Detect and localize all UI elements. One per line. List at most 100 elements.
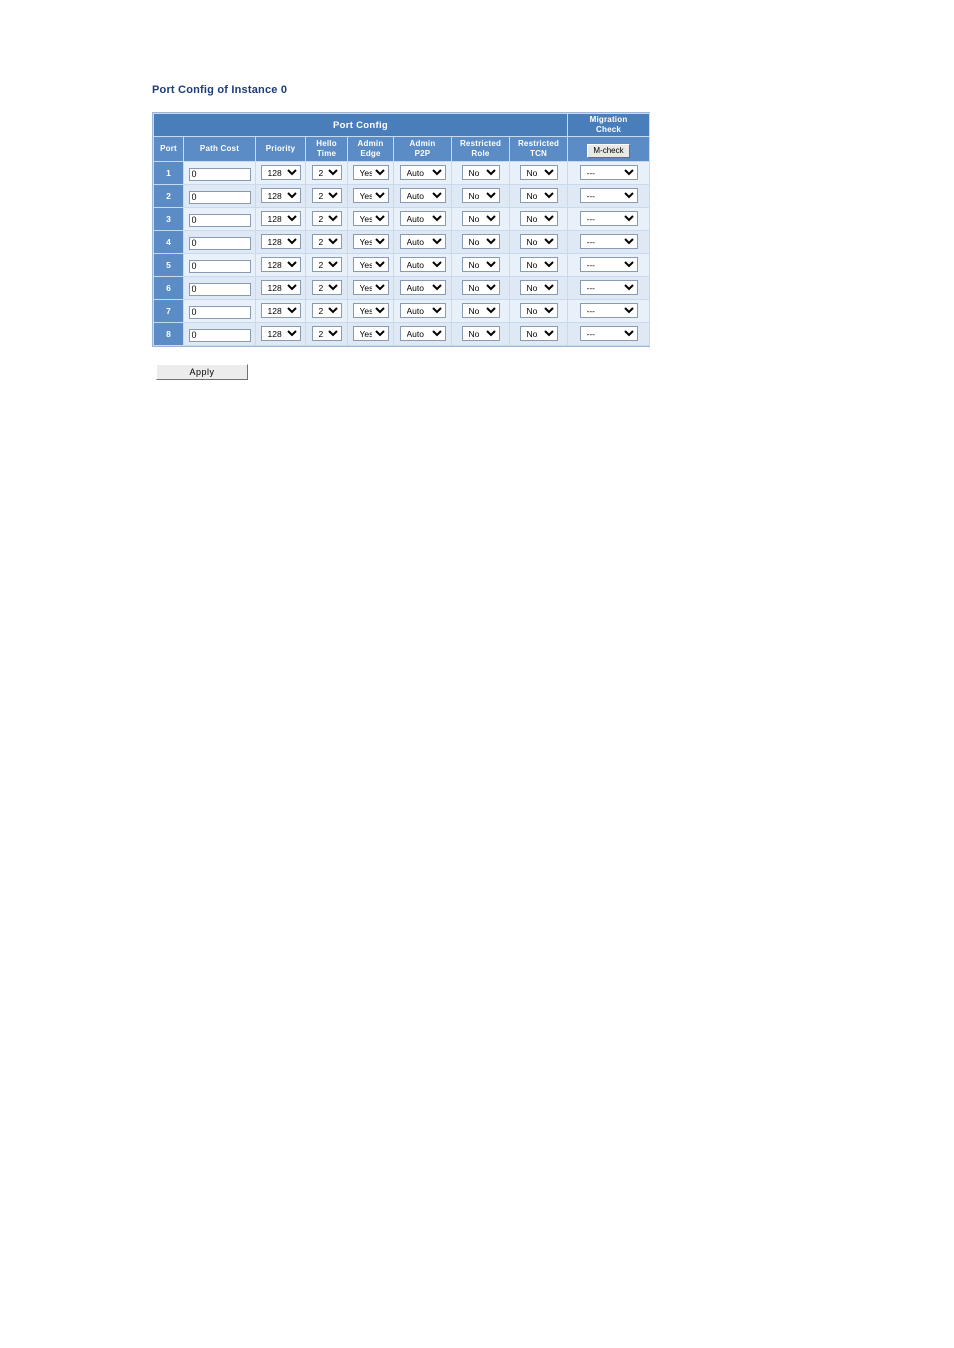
admin-edge-select[interactable]: YesNo [352, 234, 389, 250]
admin-p2p-select[interactable]: AutoTrueFalse [399, 211, 446, 227]
path-cost-input[interactable] [188, 282, 251, 296]
restricted-role-select[interactable]: NoYes [461, 257, 500, 273]
hello-time-cell: 12345678910 [305, 184, 348, 208]
hello-time-select[interactable]: 12345678910 [311, 280, 342, 296]
hello-time-select[interactable]: 12345678910 [311, 257, 342, 273]
col-header-restricted-role: Restricted Role [451, 136, 510, 162]
admin-p2p-select[interactable]: AutoTrueFalse [399, 303, 446, 319]
path-cost-input[interactable] [188, 213, 251, 227]
col-header-admin-p2p-line1: Admin [409, 139, 436, 148]
hello-time-select[interactable]: 12345678910 [311, 326, 342, 342]
priority-select[interactable]: 0163248648096112128144160176192208224240 [260, 234, 301, 250]
admin-edge-select[interactable]: YesNo [352, 257, 389, 273]
path-cost-input[interactable] [188, 190, 251, 204]
hello-time-select[interactable]: 12345678910 [311, 234, 342, 250]
path-cost-input[interactable] [188, 305, 251, 319]
admin-edge-select[interactable]: YesNo [352, 326, 389, 342]
admin-edge-cell: YesNo [347, 184, 394, 208]
restricted-role-select[interactable]: NoYes [461, 303, 500, 319]
priority-select[interactable]: 0163248648096112128144160176192208224240 [260, 165, 301, 181]
table-row: 5 016324864809611212814416017619220822424… [153, 253, 651, 277]
priority-select[interactable]: 0163248648096112128144160176192208224240 [260, 303, 301, 319]
admin-edge-select[interactable]: YesNo [352, 211, 389, 227]
hello-time-select[interactable]: 12345678910 [311, 211, 342, 227]
port-number-cell: 4 [153, 230, 184, 254]
col-header-restricted-role-line1: Restricted [459, 139, 502, 148]
path-cost-input[interactable] [188, 328, 251, 342]
restricted-role-select[interactable]: NoYes [461, 165, 500, 181]
restricted-tcn-select[interactable]: NoYes [519, 234, 558, 250]
restricted-role-cell: NoYes [451, 276, 510, 300]
restricted-role-select[interactable]: NoYes [461, 211, 500, 227]
admin-edge-select[interactable]: YesNo [352, 280, 389, 296]
restricted-role-select[interactable]: NoYes [461, 188, 500, 204]
priority-cell: 0163248648096112128144160176192208224240 [255, 184, 306, 208]
restricted-role-cell: NoYes [451, 230, 510, 254]
table-group-header-row: Port Config Migration Check [152, 113, 651, 137]
admin-p2p-select[interactable]: AutoTrueFalse [399, 257, 446, 273]
priority-select[interactable]: 0163248648096112128144160176192208224240 [260, 280, 301, 296]
col-header-path-cost: Path Cost [183, 136, 256, 162]
admin-p2p-cell: AutoTrueFalse [393, 299, 452, 323]
restricted-tcn-cell: NoYes [508, 322, 569, 346]
port-number-cell: 7 [153, 299, 184, 323]
admin-edge-cell: YesNo [347, 276, 394, 300]
migration-check-select[interactable]: ---YesNo [579, 211, 638, 227]
restricted-tcn-select[interactable]: NoYes [519, 211, 558, 227]
admin-p2p-select[interactable]: AutoTrueFalse [399, 280, 446, 296]
migration-header-line2: Check [596, 125, 622, 134]
restricted-tcn-cell: NoYes [508, 253, 569, 277]
apply-button[interactable]: Apply [156, 364, 248, 380]
priority-select[interactable]: 0163248648096112128144160176192208224240 [260, 326, 301, 342]
col-header-restricted-role-line2: Role [471, 149, 490, 158]
admin-p2p-select[interactable]: AutoTrueFalse [399, 326, 446, 342]
path-cost-input[interactable] [188, 236, 251, 250]
port-number-cell: 1 [153, 161, 184, 185]
mcheck-button[interactable]: M-check [587, 144, 630, 158]
path-cost-cell [183, 207, 256, 231]
restricted-tcn-cell: NoYes [508, 276, 569, 300]
col-header-priority: Priority [255, 136, 306, 162]
priority-select[interactable]: 0163248648096112128144160176192208224240 [260, 188, 301, 204]
restricted-tcn-select[interactable]: NoYes [519, 257, 558, 273]
restricted-role-select[interactable]: NoYes [461, 234, 500, 250]
port-number-cell: 3 [153, 207, 184, 231]
hello-time-cell: 12345678910 [305, 299, 348, 323]
hello-time-select[interactable]: 12345678910 [311, 188, 342, 204]
migration-check-select[interactable]: ---YesNo [579, 326, 638, 342]
table-sub-header-row: Port Path Cost Priority Hello Time Admin… [153, 136, 651, 162]
admin-p2p-select[interactable]: AutoTrueFalse [399, 234, 446, 250]
hello-time-cell: 12345678910 [305, 276, 348, 300]
migration-check-cell: ---YesNo [567, 299, 651, 323]
path-cost-input[interactable] [188, 259, 251, 273]
restricted-tcn-select[interactable]: NoYes [519, 188, 558, 204]
path-cost-cell [183, 299, 256, 323]
admin-p2p-cell: AutoTrueFalse [393, 184, 452, 208]
migration-check-select[interactable]: ---YesNo [579, 165, 638, 181]
admin-p2p-select[interactable]: AutoTrueFalse [399, 165, 446, 181]
admin-edge-select[interactable]: YesNo [352, 303, 389, 319]
priority-select[interactable]: 0163248648096112128144160176192208224240 [260, 257, 301, 273]
migration-check-select[interactable]: ---YesNo [579, 234, 638, 250]
col-header-admin-p2p: Admin P2P [393, 136, 452, 162]
restricted-tcn-select[interactable]: NoYes [519, 280, 558, 296]
migration-check-select[interactable]: ---YesNo [579, 188, 638, 204]
migration-check-select[interactable]: ---YesNo [579, 303, 638, 319]
priority-select[interactable]: 0163248648096112128144160176192208224240 [260, 211, 301, 227]
admin-edge-select[interactable]: YesNo [352, 165, 389, 181]
restricted-role-select[interactable]: NoYes [461, 326, 500, 342]
hello-time-select[interactable]: 12345678910 [311, 303, 342, 319]
path-cost-input[interactable] [188, 167, 251, 181]
port-config-table-container: Port Config Migration Check Port Path Co… [152, 112, 651, 347]
hello-time-select[interactable]: 12345678910 [311, 165, 342, 181]
hello-time-cell: 12345678910 [305, 230, 348, 254]
admin-p2p-select[interactable]: AutoTrueFalse [399, 188, 446, 204]
restricted-role-select[interactable]: NoYes [461, 280, 500, 296]
hello-time-cell: 12345678910 [305, 207, 348, 231]
restricted-tcn-select[interactable]: NoYes [519, 303, 558, 319]
migration-check-select[interactable]: ---YesNo [579, 257, 638, 273]
restricted-tcn-select[interactable]: NoYes [519, 165, 558, 181]
migration-check-select[interactable]: ---YesNo [579, 280, 638, 296]
restricted-tcn-select[interactable]: NoYes [519, 326, 558, 342]
admin-edge-select[interactable]: YesNo [352, 188, 389, 204]
